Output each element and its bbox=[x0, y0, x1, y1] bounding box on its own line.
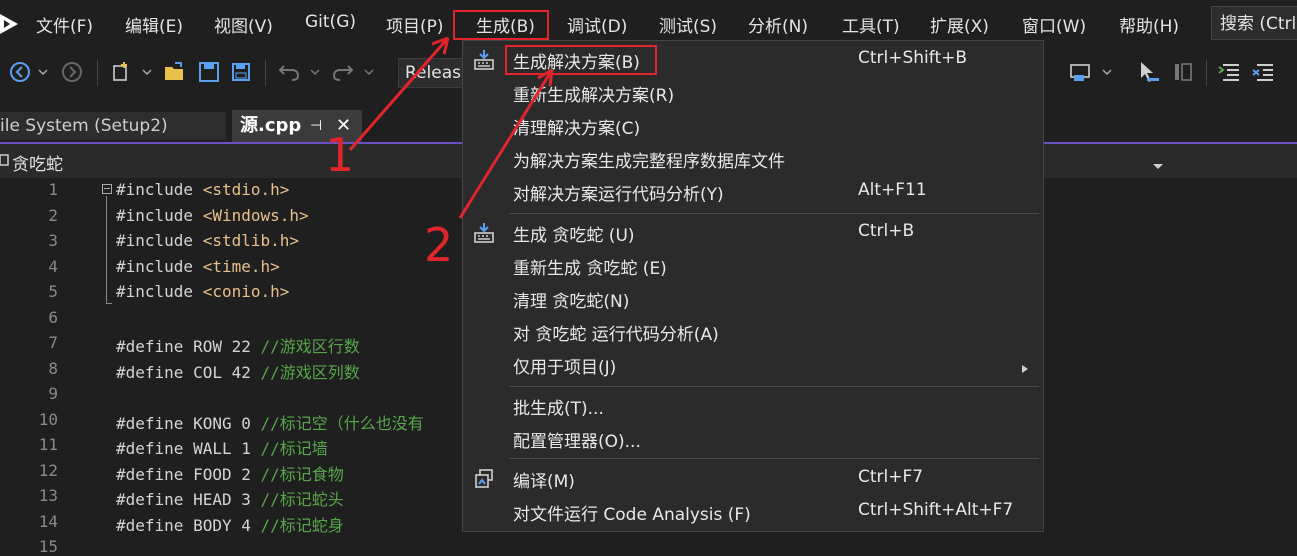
annotation-number-1: 1 bbox=[325, 128, 355, 182]
annotation-arrows bbox=[348, 36, 554, 219]
annotation-number-2: 2 bbox=[424, 218, 454, 272]
